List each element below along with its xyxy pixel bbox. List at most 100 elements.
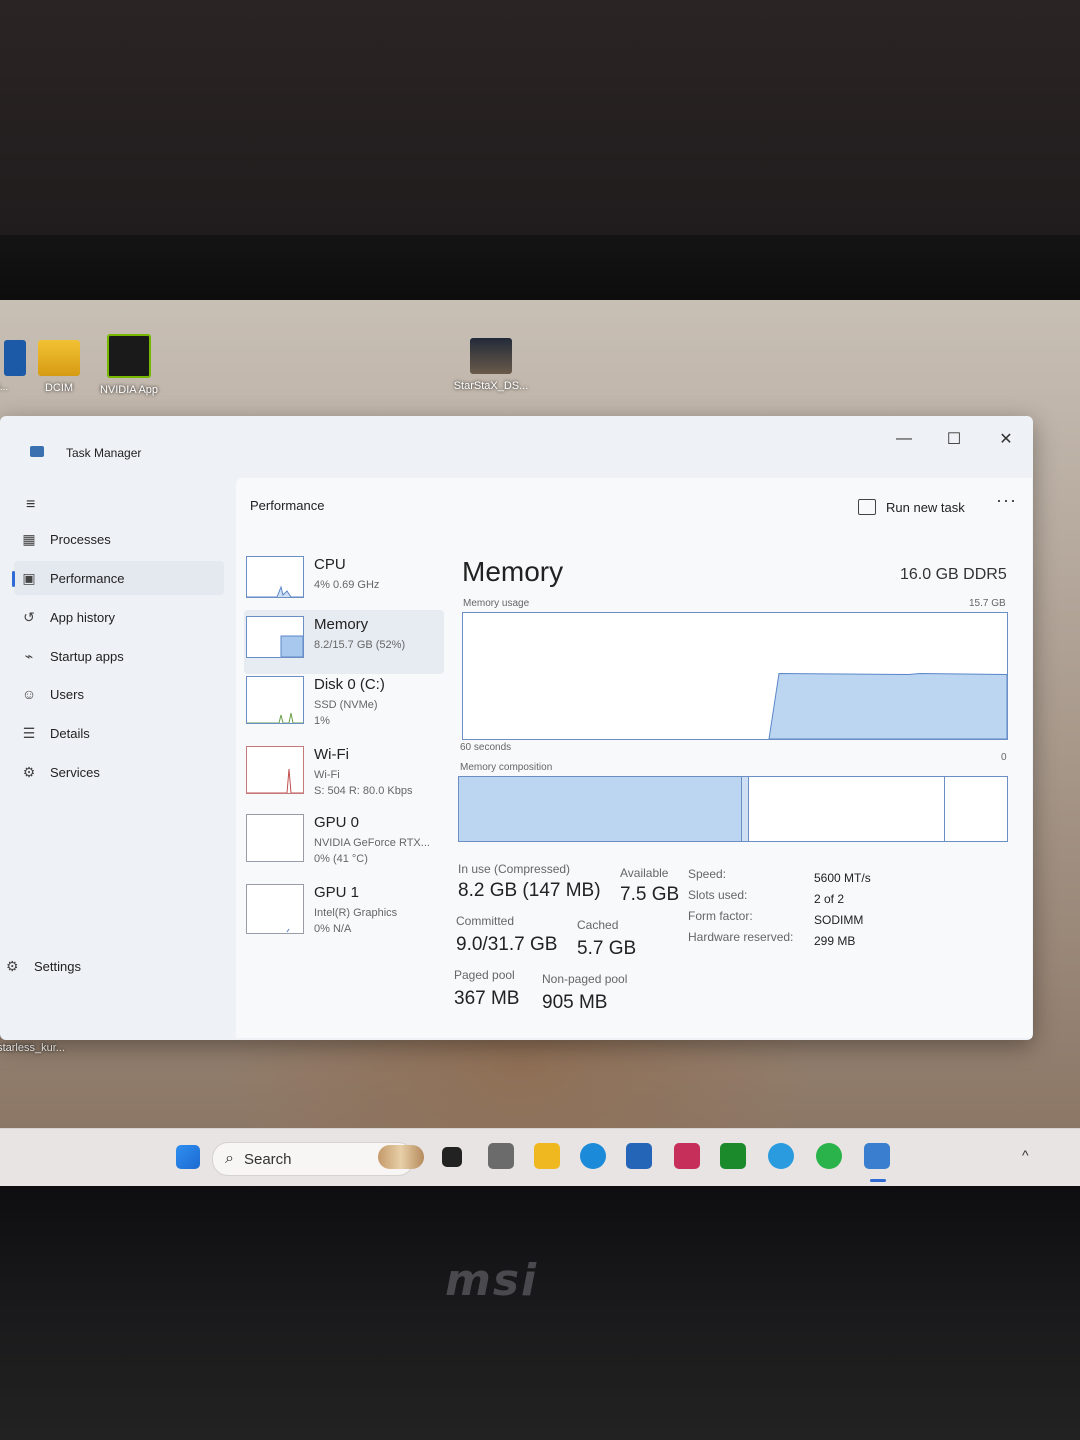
- sidebar: ≡ ▦ Processes ▣ Performance ↺ App histor…: [0, 472, 230, 1038]
- graph-seconds-label: 60 seconds: [460, 742, 512, 753]
- sidebar-item-label: Users: [50, 686, 84, 702]
- available-label: Available: [620, 866, 669, 880]
- task-manager-taskbar-icon[interactable]: [864, 1143, 890, 1169]
- performance-panel: Performance Run new task ··· CPU 4% 0.69…: [236, 478, 1032, 1038]
- committed-value: 9.0/31.7 GB: [456, 934, 558, 955]
- memory-usage-plot: [768, 672, 1008, 740]
- edge-icon[interactable]: [580, 1143, 606, 1169]
- form-factor-value: SODIMM: [814, 913, 864, 927]
- device-memory[interactable]: Memory 8.2/15.7 GB (52%): [244, 610, 444, 674]
- services-icon: ⚙: [22, 763, 36, 780]
- memory-usage-area: [768, 672, 1008, 740]
- chevron-up-icon[interactable]: ^: [1022, 1147, 1029, 1163]
- sidebar-item-startup-apps[interactable]: ⌁ Startup apps: [14, 639, 224, 673]
- device-name: Disk 0 (C:): [314, 676, 385, 693]
- device-name: Wi-Fi: [314, 746, 349, 763]
- app-icon[interactable]: [674, 1143, 700, 1169]
- title-bar[interactable]: Task Manager — ☐ ✕: [0, 416, 1033, 472]
- gear-icon: ⚙: [6, 958, 19, 974]
- composition-free[interactable]: [945, 777, 1007, 841]
- details-icon: ☰: [22, 724, 36, 741]
- active-indicator: [870, 1179, 886, 1182]
- search-placeholder: Search: [243, 1150, 292, 1168]
- gpu0-thumbnail-graph: [246, 814, 304, 862]
- settings-button[interactable]: ⚙ Settings: [6, 958, 81, 975]
- slots-label: Slots used:: [688, 888, 748, 902]
- cpu-thumbnail-graph: [246, 556, 304, 598]
- menu-icon[interactable]: ≡: [26, 496, 42, 514]
- performance-icon: ▣: [22, 569, 36, 586]
- sidebar-item-label: Details: [50, 725, 90, 741]
- desktop-icon-starstax[interactable]: StarStaX_DS...: [446, 338, 536, 392]
- device-detail-line: S: 504 R: 80.0 Kbps: [314, 785, 413, 797]
- form-factor-label: Form factor:: [688, 909, 753, 923]
- history-icon: ↺: [23, 608, 35, 625]
- run-task-icon: [858, 499, 876, 515]
- device-wifi[interactable]: Wi-Fi Wi-Fi S: 504 R: 80.0 Kbps: [244, 740, 444, 804]
- speed-label: Speed:: [688, 867, 727, 881]
- telegram-icon[interactable]: [768, 1143, 794, 1169]
- hardware-reserved-label: Hardware reserved:: [688, 930, 794, 944]
- whatsapp-icon[interactable]: [816, 1143, 842, 1169]
- nvidia-icon: [107, 334, 151, 378]
- task-manager-icon: [30, 446, 44, 457]
- sidebar-item-users[interactable]: ☺ Users: [14, 677, 224, 711]
- startup-icon: ⌁: [24, 647, 34, 664]
- cached-value: 5.7 GB: [577, 938, 637, 959]
- composition-in-use[interactable]: [459, 777, 742, 841]
- task-view-icon[interactable]: [442, 1147, 462, 1167]
- start-button[interactable]: [176, 1145, 200, 1169]
- available-value: 7.5 GB: [620, 884, 680, 905]
- desktop-icon-label: starless_kur...: [0, 1042, 65, 1054]
- graph-zero-label: 0: [1001, 752, 1007, 763]
- device-name: GPU 1: [314, 884, 360, 901]
- sidebar-item-processes[interactable]: ▦ Processes: [14, 522, 224, 556]
- file-explorer-icon[interactable]: [534, 1143, 560, 1169]
- sidebar-item-label: Startup apps: [50, 648, 124, 664]
- device-detail: NVIDIA GeForce RTX... 0% (41 °C): [314, 835, 430, 867]
- maximize-button[interactable]: ☐: [934, 424, 974, 454]
- composition-modified[interactable]: [742, 777, 749, 841]
- sidebar-item-services[interactable]: ⚙ Services: [14, 755, 224, 789]
- settings-label: Settings: [34, 959, 81, 974]
- store-icon[interactable]: [626, 1143, 652, 1169]
- device-detail: 8.2/15.7 GB (52%): [314, 639, 406, 651]
- search-icon: ⌕: [225, 1150, 234, 1167]
- task-manager-window: Task Manager — ☐ ✕ ≡ ▦ Processes ▣ Perfo…: [0, 416, 1033, 1040]
- app-icon[interactable]: [488, 1143, 514, 1169]
- paged-pool-label: Paged pool: [454, 968, 515, 982]
- memory-spec: 16.0 GB DDR5: [900, 566, 1007, 583]
- non-paged-pool-label: Non-paged pool: [542, 972, 628, 986]
- sidebar-item-details[interactable]: ☰ Details: [14, 716, 224, 750]
- device-detail-line: Intel(R) Graphics: [314, 907, 398, 919]
- device-detail-line: 0% (41 °C): [314, 853, 368, 865]
- composition-standby[interactable]: [749, 777, 945, 841]
- memory-heading: Memory: [462, 556, 564, 587]
- device-gpu0[interactable]: GPU 0 NVIDIA GeForce RTX... 0% (41 °C): [244, 808, 444, 872]
- more-options-button[interactable]: ···: [996, 490, 1017, 511]
- device-disk[interactable]: Disk 0 (C:) SSD (NVMe) 1%: [244, 670, 444, 734]
- device-detail-line: SSD (NVMe): [314, 699, 378, 711]
- folder-icon: [38, 340, 80, 376]
- device-cpu[interactable]: CPU 4% 0.69 GHz: [244, 550, 444, 614]
- paged-pool-value: 367 MB: [454, 988, 520, 1009]
- users-icon: ☺: [21, 686, 37, 702]
- close-button[interactable]: ✕: [986, 424, 1026, 454]
- device-name: CPU: [314, 556, 346, 573]
- slots-value: 2 of 2: [814, 892, 845, 906]
- sidebar-item-app-history[interactable]: ↺ App history: [14, 600, 224, 634]
- disk-thumbnail-graph: [246, 676, 304, 724]
- desktop-icon-label: e Pr...: [0, 382, 9, 393]
- device-detail: Intel(R) Graphics 0% N/A: [314, 905, 397, 937]
- window-title: Task Manager: [66, 446, 142, 460]
- run-new-task-button[interactable]: Run new task: [858, 492, 965, 522]
- desktop-icon-nvidia[interactable]: NVIDIA App: [84, 334, 174, 396]
- memory-composition-label: Memory composition: [460, 762, 553, 773]
- widget-icon[interactable]: [378, 1145, 424, 1169]
- processes-icon: ▦: [22, 530, 36, 547]
- device-gpu1[interactable]: GPU 1 Intel(R) Graphics 0% N/A: [244, 878, 444, 942]
- xbox-icon[interactable]: [720, 1143, 746, 1169]
- minimize-button[interactable]: —: [884, 424, 924, 454]
- sidebar-item-performance[interactable]: ▣ Performance: [12, 561, 224, 595]
- memory-usage-max: 15.7 GB: [969, 598, 1006, 609]
